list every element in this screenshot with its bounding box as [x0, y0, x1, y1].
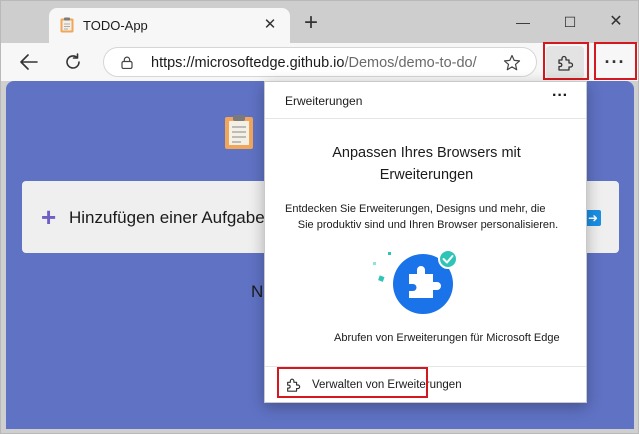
- lock-icon[interactable]: [121, 56, 133, 69]
- send-icon[interactable]: ➜: [585, 210, 601, 226]
- add-task-placeholder: Hinzufügen einer Aufgabe: [69, 208, 265, 227]
- popup-more-icon[interactable]: ···: [547, 88, 573, 110]
- url-text[interactable]: https://microsoftedge.github.io/Demos/de…: [151, 55, 477, 71]
- puzzle-illustration-icon: [373, 249, 458, 314]
- maximize-icon[interactable]: ☐: [555, 11, 585, 33]
- toolbar: https://microsoftedge.github.io/Demos/de…: [1, 43, 638, 81]
- address-bar[interactable]: https://microsoftedge.github.io/Demos/de…: [103, 47, 537, 77]
- refresh-icon[interactable]: [57, 47, 89, 77]
- popup-header: Erweiterungen ···: [265, 82, 586, 119]
- extensions-button[interactable]: [546, 46, 584, 79]
- partial-page-text: N: [251, 282, 264, 301]
- close-icon[interactable]: ✕: [261, 16, 279, 34]
- manage-extensions-icon: [287, 378, 301, 392]
- extensions-popup: Erweiterungen ··· Anpassen Ihres Browser…: [264, 81, 587, 403]
- popup-desc-line2: Sie produktiv sind und Ihren Browser per…: [297, 219, 559, 231]
- extensions-puzzle-icon: [558, 55, 574, 71]
- popup-desc-line1: Entdecken Sie Erweiterungen, Designs und…: [285, 203, 546, 215]
- popup-heading-line1: Anpassen Ihres Browsers mit: [332, 145, 521, 161]
- favorite-star-icon[interactable]: [502, 53, 522, 73]
- manage-extensions-item[interactable]: Verwalten von Erweiterungen: [265, 366, 586, 403]
- more-options-icon[interactable]: ···: [597, 46, 633, 79]
- plus-icon: +: [41, 202, 57, 232]
- browser-window: TODO-App ✕ + — ☐ ✕ https://microsoftedge…: [0, 0, 639, 434]
- url-path: /Demos/demo-to-do/: [344, 55, 477, 71]
- new-tab-icon[interactable]: +: [298, 11, 324, 37]
- minimize-icon[interactable]: —: [508, 11, 538, 33]
- popup-description: Entdecken Sie Erweiterungen, Designs und…: [283, 201, 573, 233]
- url-host: https://microsoftedge.github.io: [151, 55, 345, 71]
- title-bar: TODO-App ✕ + — ☐ ✕: [1, 1, 638, 43]
- tab-title: TODO-App: [83, 18, 148, 33]
- clipboard-icon: [225, 115, 253, 149]
- window-close-icon[interactable]: ✕: [601, 11, 631, 33]
- popup-heading: Anpassen Ihres Browsers mit Erweiterunge…: [285, 142, 568, 186]
- get-extensions-link[interactable]: Abrufen von Erweiterungen für Microsoft …: [334, 332, 560, 344]
- manage-extensions-label: Verwalten von Erweiterungen: [312, 379, 462, 391]
- popup-heading-line2: Erweiterungen: [379, 167, 474, 183]
- back-icon[interactable]: [13, 47, 45, 77]
- clipboard-icon: [60, 17, 74, 33]
- tab-todo-app[interactable]: TODO-App ✕: [49, 8, 290, 43]
- popup-title: Erweiterungen: [285, 94, 363, 108]
